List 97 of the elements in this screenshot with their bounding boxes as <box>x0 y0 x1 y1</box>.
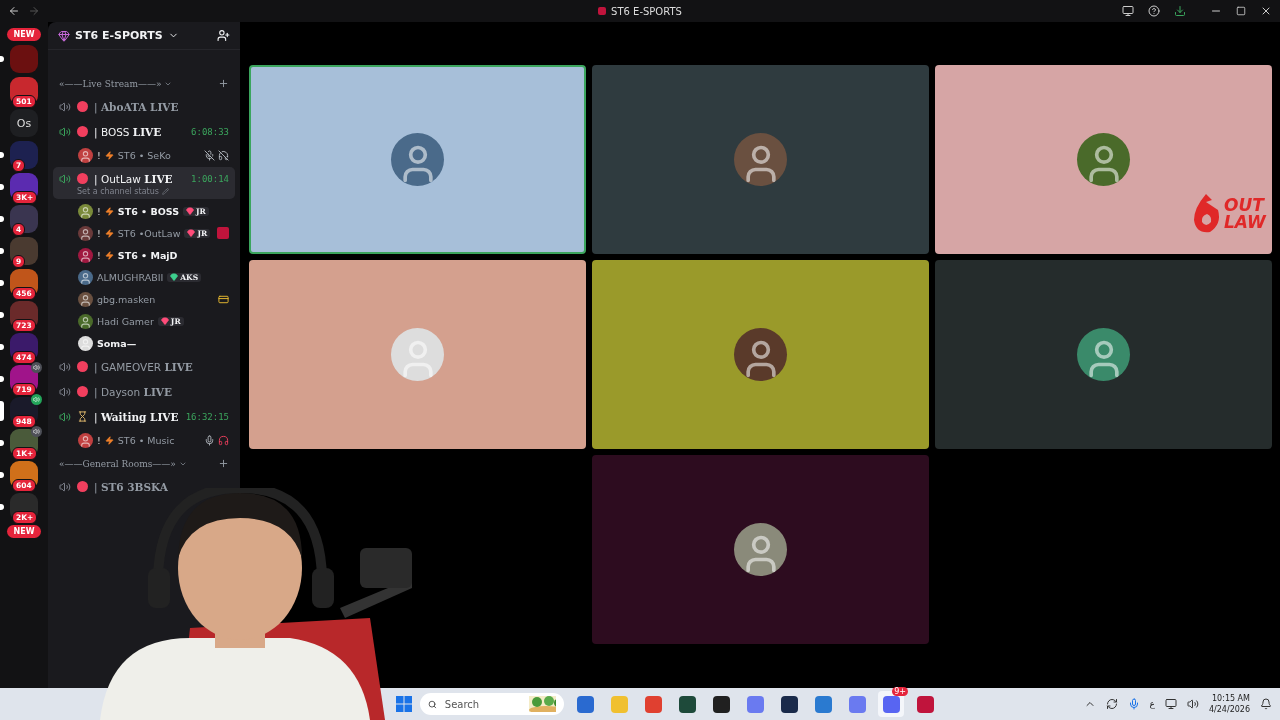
input-language[interactable]: ع <box>1149 699 1155 709</box>
server-logo-icon <box>58 29 70 42</box>
window-title: ST6 E-SPORTS <box>611 5 682 17</box>
video-tile[interactable] <box>935 260 1272 449</box>
avatar <box>1077 328 1130 381</box>
member-prefix: ! <box>97 227 101 239</box>
video-tile[interactable] <box>592 260 929 449</box>
member-name[interactable]: gbg.masken <box>97 293 156 305</box>
video-tile[interactable] <box>592 455 929 644</box>
voice-channel[interactable]: | AboATA LIVE <box>53 95 235 118</box>
clock-time[interactable]: 10:15 AM <box>1212 693 1250 704</box>
server-icon[interactable] <box>10 141 38 169</box>
avatar[interactable] <box>78 269 93 285</box>
help-icon[interactable] <box>1148 5 1160 17</box>
server-icon[interactable] <box>10 237 38 265</box>
avatar[interactable] <box>78 247 93 263</box>
voice-channel[interactable]: | GAMEOVER LIVE <box>53 355 235 378</box>
channel-name: | Waiting LIVE <box>94 410 179 423</box>
channel-name: | GAMEOVER LIVE <box>94 360 193 373</box>
download-icon[interactable] <box>1174 5 1186 17</box>
avatar <box>391 328 444 381</box>
member-name[interactable]: ST6 • MajD <box>117 249 178 261</box>
member-prefix: ! <box>97 249 101 261</box>
channel-status[interactable]: Set a channel status <box>77 187 159 196</box>
avatar[interactable] <box>78 313 93 329</box>
lightning-icon <box>104 435 114 445</box>
video-tile[interactable] <box>592 65 929 254</box>
search-icon <box>428 698 437 710</box>
server-icon[interactable] <box>10 205 38 233</box>
mic-icon[interactable] <box>1127 698 1140 710</box>
member-prefix: ! <box>97 149 101 161</box>
channel-name: | BOSS LIVE <box>94 125 162 138</box>
maximize-icon[interactable] <box>1236 6 1246 16</box>
voice-channel[interactable]: | ST6 3BSKA <box>53 475 235 498</box>
logo-text: OUT <box>1224 197 1266 214</box>
lightning-icon <box>104 250 114 260</box>
category-name[interactable]: «——General Rooms——» <box>59 458 176 469</box>
back-icon[interactable] <box>8 5 20 17</box>
avatar[interactable] <box>78 225 93 241</box>
avatar <box>391 133 444 186</box>
server-icon[interactable]: Os <box>10 109 38 137</box>
channel-name: | AboATA LIVE <box>94 100 179 113</box>
network-icon[interactable] <box>1164 698 1177 710</box>
selected-channel[interactable]: | OutLaw LIVE 1:00:14 Set a channel status <box>53 167 235 199</box>
member-name[interactable]: ST6 • SeKo <box>117 149 171 161</box>
member-name[interactable]: ALMUGHRABII <box>97 271 164 283</box>
avatar[interactable] <box>78 432 93 448</box>
avatar <box>734 133 787 186</box>
search-bar[interactable]: Search <box>420 693 564 715</box>
video-tile[interactable] <box>249 260 586 449</box>
server-icon <box>598 7 607 15</box>
voice-timer: 1:00:14 <box>191 173 229 184</box>
lightning-icon <box>104 228 114 238</box>
avatar[interactable] <box>78 335 93 351</box>
avatar <box>734 328 787 381</box>
avatar <box>1077 133 1130 186</box>
avatar[interactable] <box>78 291 93 307</box>
voice-channel[interactable]: | BOSS LIVE 6:08:33 <box>53 120 235 143</box>
channel-name: | OutLaw LIVE <box>94 172 173 185</box>
new-badge[interactable]: NEW <box>6 525 42 538</box>
video-tile[interactable] <box>935 65 1272 254</box>
member-name[interactable]: Hadi Gamer <box>97 315 154 327</box>
sync-icon[interactable] <box>1105 698 1118 710</box>
start-icon[interactable] <box>396 696 412 712</box>
server-name[interactable]: ST6 E-SPORTS <box>75 29 163 42</box>
channel-name: | ST6 3BSKA <box>94 480 168 493</box>
voice-channel[interactable]: | Dayson LIVE <box>53 380 235 403</box>
voice-timer: 16:32:15 <box>185 411 229 422</box>
avatar[interactable] <box>78 147 93 163</box>
volume-icon[interactable] <box>1186 698 1199 710</box>
avatar[interactable] <box>78 203 93 219</box>
close-icon[interactable] <box>1260 5 1272 17</box>
member-name[interactable]: ST6 • BOSS <box>117 205 179 217</box>
search-field[interactable]: Search <box>442 697 523 711</box>
add-icon[interactable] <box>218 458 229 469</box>
member-prefix: ! <box>97 205 101 217</box>
category-name[interactable]: «——Live Stream——» <box>59 78 162 89</box>
lightning-icon <box>104 150 114 160</box>
notification-icon[interactable] <box>1260 698 1272 710</box>
member-name[interactable]: ST6 • Music <box>117 434 175 446</box>
monitor-icon[interactable] <box>1122 5 1134 17</box>
member-name[interactable]: Soma— <box>97 337 137 349</box>
new-badge[interactable]: NEW <box>6 28 42 41</box>
clock-date[interactable]: 4/24/2026 <box>1208 704 1250 715</box>
add-icon[interactable] <box>218 78 229 89</box>
video-tile[interactable] <box>249 65 586 254</box>
pencil-icon[interactable] <box>161 188 169 195</box>
lightning-icon <box>104 206 114 216</box>
notification-count: 9+ <box>892 687 908 696</box>
member-prefix: ! <box>97 434 101 446</box>
avatar <box>734 523 787 576</box>
channel-name: | Dayson LIVE <box>94 385 172 398</box>
voice-channel[interactable]: | Waiting LIVE 16:32:15 <box>53 405 235 428</box>
voice-timer: 6:08:33 <box>191 126 229 137</box>
member-name[interactable]: ST6 •OutLaw <box>117 227 181 239</box>
logo-text: LAW <box>1224 214 1266 231</box>
invite-icon[interactable] <box>217 29 230 42</box>
